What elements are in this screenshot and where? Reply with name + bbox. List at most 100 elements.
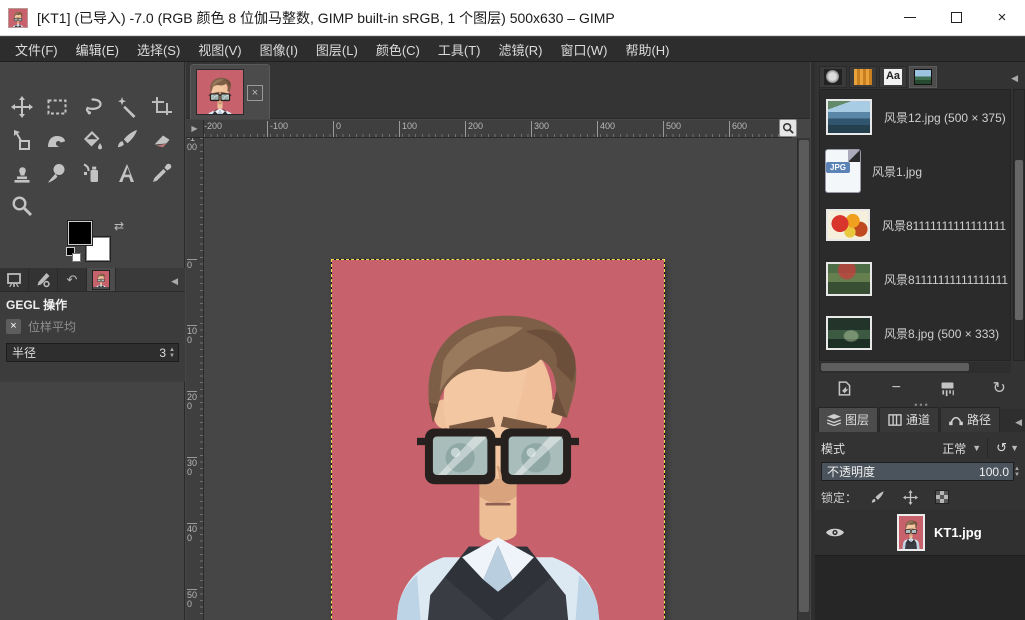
image-tab-kt1[interactable]: × (190, 64, 270, 119)
layer-row-kt1[interactable]: KT1.jpg (815, 510, 1025, 556)
tab-channels[interactable]: 通道 (879, 407, 939, 432)
right-dock-collapse-icon[interactable]: ◀ (1004, 69, 1025, 88)
gegl-operation-row: × 位样平均 (0, 316, 185, 337)
image-list-vertical-scrollbar[interactable] (1013, 89, 1025, 361)
image-list-horizontal-scrollbar[interactable] (819, 362, 1011, 373)
mode-reset-button[interactable]: ↺ ▼ (987, 438, 1023, 458)
list-hscroll-thumb[interactable] (821, 363, 969, 371)
tab-channels-label: 通道 (906, 411, 930, 428)
h-ruler-tick: 500 (663, 121, 681, 138)
image-list-item[interactable]: 风景8.jpg (500 × 333) (820, 306, 1010, 360)
h-ruler-tick: 100 (399, 121, 417, 138)
paintbrush-tool-icon[interactable] (109, 123, 144, 156)
tab-patterns[interactable] (849, 66, 877, 88)
radius-slider[interactable]: 半径 3 ▲▼ (6, 343, 179, 362)
rectangle-select-tool-icon[interactable] (39, 90, 74, 123)
layers-dialog-tabs: 图层 通道 路径 ◀ (815, 409, 1025, 432)
menu-colors[interactable]: 颜色(C) (367, 37, 429, 62)
free-select-tool-icon[interactable] (74, 90, 109, 123)
menu-edit[interactable]: 编辑(E) (67, 37, 128, 62)
tab-fonts[interactable]: Aa (879, 66, 907, 88)
tab-layers-label: 图层 (845, 411, 869, 428)
canvas-vertical-scrollbar[interactable] (797, 138, 810, 620)
warp-transform-tool-icon[interactable] (39, 123, 74, 156)
vertical-ruler[interactable]: -100 0 100 200 300 400 500 600 (186, 138, 204, 620)
v-ruler-tick: 100 (187, 325, 197, 345)
h-ruler-tick: 600 (729, 121, 747, 138)
delete-shredder-button[interactable] (931, 376, 965, 400)
zoom-tool-icon[interactable] (4, 189, 39, 222)
image-list-item[interactable]: JPG 风景1.jpg (820, 144, 1010, 198)
tab-images[interactable] (909, 66, 937, 88)
eraser-tool-icon[interactable] (144, 123, 179, 156)
gegl-close-icon[interactable]: × (6, 319, 21, 334)
close-button[interactable]: × (979, 0, 1025, 36)
menu-tools[interactable]: 工具(T) (429, 37, 490, 62)
visibility-eye-icon[interactable] (815, 526, 855, 539)
list-vscroll-thumb[interactable] (1015, 160, 1023, 320)
airbrush-tool-icon[interactable] (74, 156, 109, 189)
paths-icon (949, 414, 963, 426)
horizontal-ruler[interactable]: -200 -100 0 100 200 300 400 500 600 (204, 120, 792, 138)
image-item-label: 风景1.jpg (872, 163, 922, 180)
radius-spinner[interactable]: ▲▼ (169, 347, 178, 359)
image-list-item[interactable]: 风景81111111111111111 (820, 252, 1010, 306)
ruler-menu-icon[interactable]: ▶ (186, 120, 204, 138)
tab-image-thumbnail[interactable] (87, 268, 116, 291)
menu-select[interactable]: 选择(S) (128, 37, 189, 62)
image-list-item[interactable]: 风景81111111111111111 (820, 198, 1010, 252)
swap-colors-icon[interactable]: ⇄ (114, 219, 124, 233)
bucket-fill-tool-icon[interactable] (74, 123, 109, 156)
tab-tool-options[interactable] (0, 268, 29, 291)
lock-position-icon[interactable] (899, 487, 921, 507)
left-dock-collapse-icon[interactable]: ◀ (164, 272, 185, 291)
tab-paths[interactable]: 路径 (940, 407, 1000, 432)
canvas-scroll-thumb[interactable] (799, 140, 809, 612)
menu-image[interactable]: 图像(I) (251, 37, 307, 62)
v-ruler-tick: -100 (187, 138, 197, 152)
tab-brushes[interactable] (819, 66, 847, 88)
tab-undo-history[interactable]: ↶ (58, 268, 87, 291)
tab-device-status[interactable] (29, 268, 58, 291)
image-tab-close-icon[interactable]: × (247, 85, 263, 101)
unified-transform-tool-icon[interactable] (4, 123, 39, 156)
right-dock-tabs: Aa ◀ (819, 64, 1025, 88)
crop-tool-icon[interactable] (144, 90, 179, 123)
mode-dropdown[interactable]: 正常 ▼ (845, 437, 987, 459)
canvas-image[interactable] (332, 260, 664, 620)
tab-layers[interactable]: 图层 (818, 407, 878, 432)
open-image-button[interactable] (828, 376, 862, 400)
image-mini-thumb (92, 270, 110, 290)
text-tool-icon[interactable] (109, 156, 144, 189)
layers-dock-collapse-icon[interactable]: ◀ (1008, 413, 1025, 432)
layer-mode-row: 模式 正常 ▼ ↺ ▼ (821, 436, 1023, 460)
refresh-button[interactable]: ↻ (982, 376, 1016, 400)
zoom-follow-window-icon[interactable] (779, 119, 797, 137)
remove-entry-button[interactable]: − (879, 376, 913, 400)
opacity-label: 不透明度 (822, 463, 979, 480)
smudge-tool-icon[interactable] (39, 156, 74, 189)
default-colors-icon-bg[interactable] (72, 253, 81, 262)
menu-help[interactable]: 帮助(H) (616, 37, 678, 62)
color-picker-tool-icon[interactable] (144, 156, 179, 189)
minimize-button[interactable] (887, 0, 933, 36)
clone-tool-icon[interactable] (4, 156, 39, 189)
lock-alpha-icon[interactable] (931, 487, 953, 507)
opacity-spinner[interactable]: ▲▼ (1014, 462, 1023, 481)
menu-layer[interactable]: 图层(L) (307, 37, 367, 62)
menu-windows[interactable]: 窗口(W) (552, 37, 617, 62)
move-tool-icon[interactable] (4, 90, 39, 123)
maximize-icon (951, 12, 962, 23)
canvas-viewport[interactable] (204, 138, 796, 620)
opacity-row: 不透明度 100.0 ▲▼ (821, 462, 1023, 481)
fuzzy-select-tool-icon[interactable] (109, 90, 144, 123)
lock-pixels-icon[interactable] (867, 487, 889, 507)
foreground-color-swatch[interactable] (68, 221, 92, 245)
maximize-button[interactable] (933, 0, 979, 36)
images-panel-buttons: − ↻ (819, 375, 1025, 401)
image-list-item[interactable]: 风景12.jpg (500 × 375) (820, 90, 1010, 144)
menu-filters[interactable]: 滤镜(R) (489, 37, 551, 62)
menu-view[interactable]: 视图(V) (189, 37, 250, 62)
opacity-slider[interactable]: 不透明度 100.0 (821, 462, 1014, 481)
menu-file[interactable]: 文件(F) (6, 37, 67, 62)
